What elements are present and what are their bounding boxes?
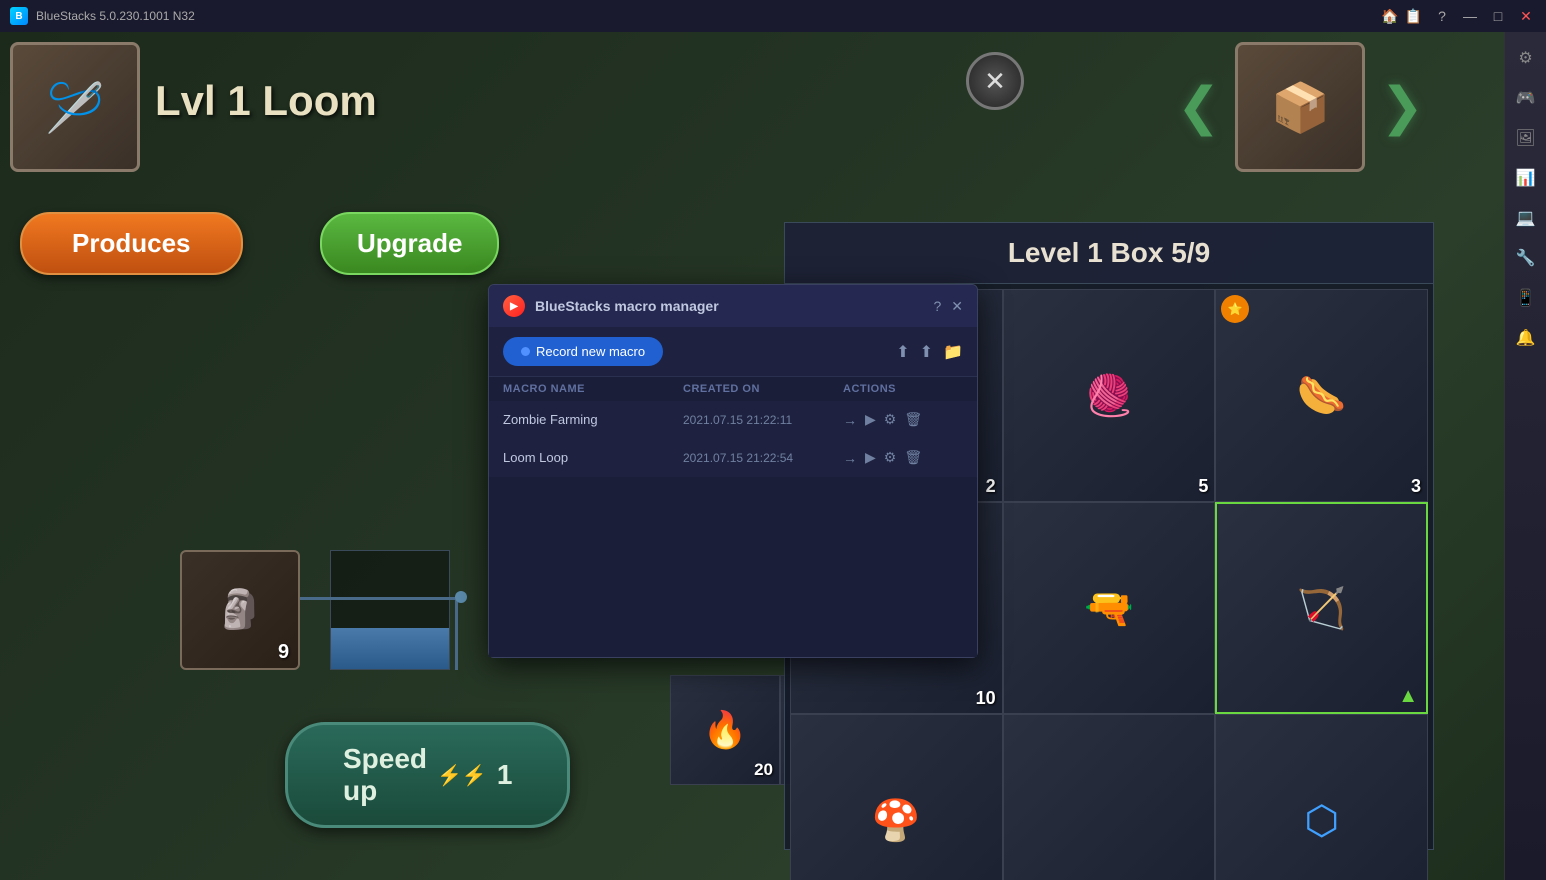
help-button[interactable]: ? bbox=[1432, 6, 1452, 26]
grid-item-7[interactable]: 🍄 3 bbox=[790, 714, 1003, 880]
macro-1-actions: → ▶ ⚙ 🗑 bbox=[843, 411, 963, 428]
title-bar: B BlueStacks 5.0.230.1001 N32 🏠 📋 ? — □ … bbox=[0, 0, 1546, 32]
macro-1-play[interactable]: ▶ bbox=[865, 411, 876, 428]
speed-up-icon: ⚡⚡ bbox=[437, 763, 487, 788]
macro-share-button[interactable]: ⬆ bbox=[920, 342, 933, 362]
sidebar-icon-7[interactable]: 📱 bbox=[1510, 282, 1542, 314]
record-new-macro-button[interactable]: Record new macro bbox=[503, 337, 663, 366]
record-dot bbox=[521, 347, 530, 356]
connection-line-v bbox=[455, 597, 458, 670]
grid-item-1-count: 2 bbox=[986, 476, 996, 497]
grid-item-2-count: 5 bbox=[1198, 476, 1208, 497]
grid-item-2[interactable]: 🧶 5 bbox=[1003, 289, 1216, 502]
speed-up-count: 1 bbox=[497, 759, 513, 791]
connection-dot bbox=[455, 591, 467, 603]
grid-item-8[interactable] bbox=[1003, 714, 1216, 880]
connection-line-h bbox=[300, 597, 460, 600]
sidebar-icon-8[interactable]: 🔔 bbox=[1510, 322, 1542, 354]
grid-item-3-emoji: 🌭 bbox=[1297, 372, 1347, 419]
col-macro-name: MACRO NAME bbox=[503, 383, 683, 395]
game-area: 🪡 Lvl 1 Loom ❮ 📦 ❯ ✕ Produces Upgrade 🗿 … bbox=[0, 32, 1504, 880]
macro-logo: ▶ bbox=[503, 295, 525, 317]
macro-title-controls: ? ✕ bbox=[933, 298, 963, 315]
progress-fill bbox=[331, 628, 449, 669]
record-new-label: Record new macro bbox=[536, 344, 645, 359]
grid-item-3-count: 3 bbox=[1411, 476, 1421, 497]
nav-section: ❮ 📦 ❯ bbox=[1177, 42, 1424, 172]
macro-row-2[interactable]: Loom Loop 2021.07.15 21:22:54 → ▶ ⚙ 🗑 bbox=[489, 439, 977, 477]
game-close-button[interactable]: ✕ bbox=[966, 52, 1024, 110]
macro-1-name: Zombie Farming bbox=[503, 412, 683, 427]
macro-1-delete[interactable]: 🗑 bbox=[904, 411, 922, 428]
macro-2-date: 2021.07.15 21:22:54 bbox=[683, 451, 843, 465]
window-close-button[interactable]: ✕ bbox=[1516, 6, 1536, 26]
maximize-button[interactable]: □ bbox=[1488, 6, 1508, 26]
macro-1-arrow[interactable]: → bbox=[843, 412, 857, 428]
grid-item-2-emoji: 🧶 bbox=[1084, 372, 1134, 419]
macro-help-button[interactable]: ? bbox=[933, 298, 941, 314]
macro-dialog-titlebar: ▶ BlueStacks macro manager ? ✕ bbox=[489, 285, 977, 327]
loom-icon-container: 🪡 bbox=[10, 42, 140, 172]
grid-item-5[interactable]: 🔫 bbox=[1003, 502, 1216, 715]
loom-icon: 🪡 bbox=[10, 42, 140, 172]
macro-dialog-title: BlueStacks macro manager bbox=[535, 298, 923, 314]
macro-2-arrow[interactable]: → bbox=[843, 450, 857, 466]
material-count: 9 bbox=[278, 641, 289, 664]
grid-item-3[interactable]: 🌭 3 ⭐ bbox=[1215, 289, 1428, 502]
speed-up-label: Speed up bbox=[343, 743, 427, 807]
toolbar-icons: ⬆ ⬆ 📁 bbox=[896, 342, 963, 362]
macro-upload-button[interactable]: ⬆ bbox=[896, 342, 909, 362]
bookmark-icon[interactable]: 📋 bbox=[1405, 8, 1422, 25]
macro-2-settings[interactable]: ⚙ bbox=[884, 449, 897, 466]
macro-close-button[interactable]: ✕ bbox=[951, 298, 963, 315]
next-arrow[interactable]: ❯ bbox=[1380, 77, 1424, 137]
macro-toolbar: Record new macro ⬆ ⬆ 📁 bbox=[489, 327, 977, 377]
macro-2-actions: → ▶ ⚙ 🗑 bbox=[843, 449, 963, 466]
grid-item-9[interactable]: ⬡ 5 bbox=[1215, 714, 1428, 880]
grid-item-3-badge: ⭐ bbox=[1221, 295, 1249, 323]
bottom-item-1: 🔥 20 bbox=[670, 675, 780, 785]
sidebar-icon-6[interactable]: 🔧 bbox=[1510, 242, 1542, 274]
home-icon[interactable]: 🏠 bbox=[1381, 8, 1398, 25]
macro-1-settings[interactable]: ⚙ bbox=[884, 411, 897, 428]
loom-title: Lvl 1 Loom bbox=[155, 77, 377, 125]
macro-row-1[interactable]: Zombie Farming 2021.07.15 21:22:11 → ▶ ⚙… bbox=[489, 401, 977, 439]
grid-item-4-count: 10 bbox=[976, 688, 996, 709]
title-bar-text: BlueStacks 5.0.230.1001 N32 bbox=[36, 9, 1381, 23]
sidebar-icon-3[interactable]: 🖼 bbox=[1510, 122, 1542, 154]
macro-manager-dialog: ▶ BlueStacks macro manager ? ✕ Record ne… bbox=[488, 284, 978, 658]
grid-item-7-emoji: 🍄 bbox=[871, 797, 921, 844]
col-created-on: CREATED ON bbox=[683, 383, 843, 395]
sidebar-icon-2[interactable]: 🎮 bbox=[1510, 82, 1542, 114]
level-box-header: Level 1 Box 5/9 bbox=[785, 223, 1433, 284]
macro-2-play[interactable]: ▶ bbox=[865, 449, 876, 466]
prev-arrow[interactable]: ❮ bbox=[1177, 77, 1221, 137]
progress-bar-container bbox=[330, 550, 450, 670]
col-actions: ACTIONS bbox=[843, 383, 963, 395]
sidebar-icon-4[interactable]: 📊 bbox=[1510, 162, 1542, 194]
produces-button[interactable]: Produces bbox=[20, 212, 243, 275]
title-bar-nav: 🏠 📋 bbox=[1381, 8, 1422, 25]
grid-item-6-emoji: 🏹 bbox=[1297, 585, 1347, 632]
macro-table-header: MACRO NAME CREATED ON ACTIONS bbox=[489, 377, 977, 401]
level-box-title: Level 1 Box 5/9 bbox=[1008, 237, 1210, 268]
grid-item-9-emoji: ⬡ bbox=[1304, 798, 1339, 844]
title-bar-controls: ? — □ ✕ bbox=[1432, 6, 1536, 26]
minimize-button[interactable]: — bbox=[1460, 6, 1480, 26]
macro-folder-button[interactable]: 📁 bbox=[943, 342, 963, 362]
macro-1-date: 2021.07.15 21:22:11 bbox=[683, 413, 843, 427]
macro-2-delete[interactable]: 🗑 bbox=[904, 449, 922, 466]
grid-item-6[interactable]: 🏹 ▲ bbox=[1215, 502, 1428, 715]
macro-dialog-body bbox=[489, 477, 977, 657]
right-sidebar: ⚙ 🎮 🖼 📊 💻 🔧 📱 🔔 bbox=[1504, 32, 1546, 880]
macro-2-name: Loom Loop bbox=[503, 450, 683, 465]
sidebar-icon-1[interactable]: ⚙ bbox=[1510, 42, 1542, 74]
grid-item-5-emoji: 🔫 bbox=[1084, 585, 1134, 632]
sidebar-icon-5[interactable]: 💻 bbox=[1510, 202, 1542, 234]
bluestacks-logo: B bbox=[10, 7, 28, 25]
box-icon: 📦 bbox=[1235, 42, 1365, 172]
upgrade-button[interactable]: Upgrade bbox=[320, 212, 499, 275]
